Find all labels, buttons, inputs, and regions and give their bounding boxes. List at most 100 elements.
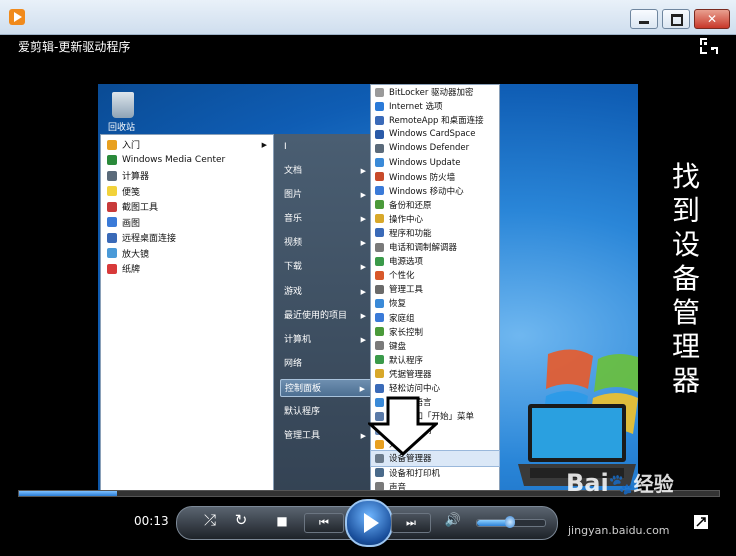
control-panel-item[interactable]: Windows 防火墙	[371, 170, 499, 184]
video-frame[interactable]: 回收站 入门 ▶ Windows Media Center 计算器 便笺 截图工具 画图 远程…	[98, 84, 638, 490]
start-menu-place-item[interactable]: 文档 ▶	[280, 162, 372, 180]
control-panel-item[interactable]: 默认程序	[371, 353, 499, 367]
control-panel-item-icon	[375, 214, 384, 224]
control-panel-item[interactable]: 程序和功能	[371, 226, 499, 240]
control-panel-item-icon	[375, 242, 384, 252]
control-panel-item-label: 键盘	[389, 341, 407, 352]
control-panel-item[interactable]: 电源选项	[371, 254, 499, 268]
submenu-arrow-icon: ▶	[360, 288, 366, 296]
start-menu-program-item[interactable]: 放大镜	[101, 246, 273, 262]
control-panel-item-icon	[375, 256, 384, 266]
control-panel-item-icon	[375, 313, 384, 323]
start-menu-program-item[interactable]: 便笺	[101, 184, 273, 200]
start-menu-place-item[interactable]: I	[280, 138, 372, 156]
control-panel-item[interactable]: 凭据管理器	[371, 367, 499, 381]
start-menu-places: I 文档 ▶ 图片 ▶ 音乐 ▶ 视频 ▶ 下载 ▶ 游戏 ▶ 最近使用的项目 ▶ 计算机 ▶ 网络 控制面板 ▶ 默认…	[274, 134, 374, 490]
paw-icon: 🐾	[608, 472, 634, 496]
next-icon[interactable]: ⏭	[391, 513, 431, 533]
recycle-bin-icon[interactable]	[112, 92, 134, 118]
player-window: ✕ 爱剪辑-更新驱动程序 回收站 入门 ▶ Windows Media Center…	[0, 0, 736, 556]
control-panel-item-icon	[375, 129, 384, 139]
volume-icon[interactable]: 🔊	[443, 511, 463, 531]
caption-char: 找	[671, 160, 700, 193]
control-panel-item-label: 家庭组	[389, 313, 415, 324]
resize-grip-icon[interactable]	[694, 515, 708, 529]
stop-icon[interactable]: ■	[272, 511, 292, 531]
control-panel-item[interactable]: 电话和调制解调器	[371, 240, 499, 254]
repeat-icon[interactable]: ⤮	[200, 510, 220, 530]
submenu-arrow-icon: ▶	[261, 140, 267, 149]
control-panel-item[interactable]: 键盘	[371, 339, 499, 353]
control-panel-item-label: Internet 选项	[389, 102, 443, 113]
control-panel-item[interactable]: 个性化	[371, 268, 499, 282]
start-menu-place-item[interactable]: 图片 ▶	[280, 186, 372, 204]
control-panel-item[interactable]: Internet 选项	[371, 99, 499, 113]
start-menu-place-item[interactable]: 音乐 ▶	[280, 210, 372, 228]
start-menu-place-item[interactable]: 控制面板 ▶	[280, 379, 372, 397]
start-menu-program-item[interactable]: 截图工具	[101, 199, 273, 215]
control-panel-item[interactable]: 恢复	[371, 296, 499, 310]
start-menu-program-item[interactable]: 入门 ▶	[101, 137, 273, 153]
control-panel-item[interactable]: Windows Update	[371, 155, 499, 169]
control-panel-item-icon	[375, 228, 384, 238]
maximize-button[interactable]	[662, 9, 690, 29]
play-button[interactable]	[345, 499, 393, 547]
fullscreen-icon[interactable]	[700, 38, 718, 54]
place-label: 网络	[284, 359, 303, 369]
place-label: 默认程序	[284, 407, 321, 417]
start-menu-place-item[interactable]: 网络	[280, 355, 372, 373]
control-panel-item-icon	[375, 284, 384, 294]
program-label: 截图工具	[122, 203, 159, 214]
start-menu-place-item[interactable]: 默认程序	[280, 403, 372, 421]
control-panel-item[interactable]: 备份和还原	[371, 198, 499, 212]
caption-char: 设	[671, 228, 700, 261]
control-panel-item[interactable]: 家庭组	[371, 311, 499, 325]
caption-char: 理	[671, 330, 700, 363]
control-panel-item-label: 凭据管理器	[389, 369, 432, 380]
title-bar[interactable]: ✕	[0, 0, 736, 35]
control-panel-item[interactable]: BitLocker 驱动器加密	[371, 85, 499, 99]
play-icon	[364, 513, 379, 533]
start-menu-program-item[interactable]: 画图	[101, 215, 273, 231]
previous-icon[interactable]: ⏮	[304, 513, 344, 533]
control-panel-item[interactable]: Windows 移动中心	[371, 184, 499, 198]
program-label: 计算器	[122, 172, 150, 183]
refresh-icon[interactable]: ↻	[231, 510, 251, 530]
start-menu-place-item[interactable]: 最近使用的项目 ▶	[280, 307, 372, 325]
program-icon	[107, 263, 117, 274]
control-panel-item[interactable]: 设备和打印机	[371, 466, 499, 480]
program-icon	[107, 139, 117, 150]
volume-knob[interactable]	[504, 516, 515, 528]
start-menu-program-item[interactable]: 计算器	[101, 168, 273, 184]
start-menu-place-item[interactable]: 视频 ▶	[280, 234, 372, 252]
control-panel-item-icon	[375, 327, 384, 337]
control-panel-item-icon	[375, 341, 384, 351]
volume-slider[interactable]	[476, 516, 546, 528]
start-menu-place-item[interactable]: 管理工具 ▶	[280, 427, 372, 445]
control-panel-item[interactable]: RemoteApp 和桌面连接	[371, 113, 499, 127]
control-panel-item[interactable]: 声音	[371, 480, 499, 490]
control-panel-item[interactable]: Windows CardSpace	[371, 127, 499, 141]
control-panel-item[interactable]: Windows Defender	[371, 141, 499, 155]
control-panel-item-label: 电源选项	[389, 257, 424, 268]
control-panel-item[interactable]: 轻松访问中心	[371, 381, 499, 395]
start-menu-program-item[interactable]: Windows Media Center	[101, 153, 273, 169]
start-menu-place-item[interactable]: 计算机 ▶	[280, 331, 372, 349]
start-menu-place-item[interactable]: 下载 ▶	[280, 258, 372, 276]
watermark-brand: Bai	[566, 469, 609, 497]
control-panel-item-label: 设备和打印机	[389, 468, 441, 479]
control-panel-item-icon	[375, 369, 384, 379]
start-menu-program-item[interactable]: 远程桌面连接	[101, 230, 273, 246]
place-label: 游戏	[284, 287, 303, 297]
control-panel-item[interactable]: 管理工具	[371, 282, 499, 296]
control-panel-item-label: 电话和调制解调器	[389, 243, 458, 254]
control-panel-item[interactable]: 操作中心	[371, 212, 499, 226]
close-button[interactable]: ✕	[694, 9, 730, 29]
control-panel-item-label: 操作中心	[389, 214, 424, 225]
control-panel-item[interactable]: 家长控制	[371, 325, 499, 339]
start-menu-program-item[interactable]: 纸牌	[101, 261, 273, 277]
start-menu-place-item[interactable]: 游戏 ▶	[280, 283, 372, 301]
minimize-button[interactable]	[630, 9, 658, 29]
play-app-icon[interactable]	[9, 9, 25, 25]
place-label: 文档	[284, 166, 303, 176]
